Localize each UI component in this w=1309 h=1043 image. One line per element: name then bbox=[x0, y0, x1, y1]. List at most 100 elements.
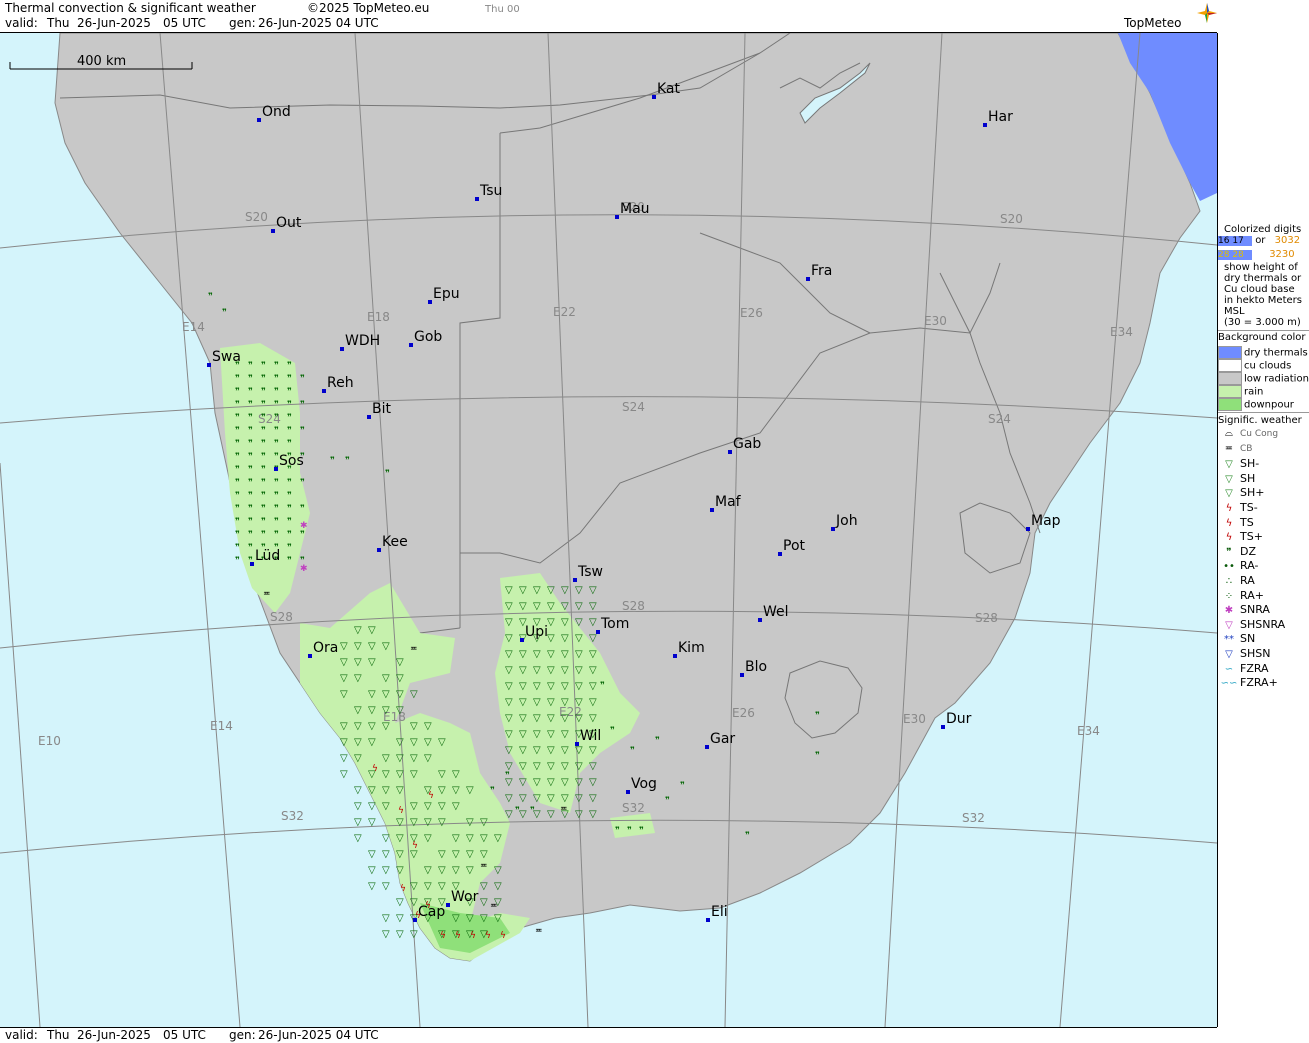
shower-icon: ▽ bbox=[561, 585, 569, 596]
drizzle-icon: ❞ bbox=[235, 374, 240, 384]
city-marker bbox=[615, 215, 619, 219]
legend-wx-label: SH+ bbox=[1240, 486, 1265, 500]
city-har[interactable]: Har bbox=[983, 109, 1013, 127]
drizzle-icon: ❞ bbox=[287, 517, 292, 527]
city-vog[interactable]: Vog bbox=[626, 776, 657, 794]
legend-wx-item: ** SN bbox=[1218, 632, 1309, 645]
city-dur[interactable]: Dur bbox=[941, 711, 972, 729]
drizzle-icon: ❞ bbox=[385, 469, 390, 479]
city-swa[interactable]: Swa bbox=[207, 349, 241, 367]
shower-icon: ▽ bbox=[505, 601, 513, 612]
map-canvas[interactable]: 400 km S20S20S20E14E18 E22 E26E30E34S24S24… bbox=[0, 33, 1217, 1027]
shower-icon: ▽ bbox=[505, 697, 513, 708]
city-tsw[interactable]: Tsw bbox=[573, 564, 603, 582]
shower-icon: ▽ bbox=[382, 721, 390, 732]
valid-date: 26-Jun-2025 bbox=[77, 16, 151, 30]
shower-icon: ▽ bbox=[466, 865, 474, 876]
city-ora[interactable]: Ora bbox=[308, 640, 338, 658]
compass-logo-icon bbox=[1197, 3, 1217, 23]
city-tom[interactable]: Tom bbox=[596, 616, 629, 634]
drizzle-icon: ❞ bbox=[745, 831, 750, 841]
city-sos[interactable]: Sos bbox=[274, 453, 304, 471]
legend-desc-3: Cu cloud base bbox=[1224, 284, 1295, 295]
city-mau[interactable]: Mau bbox=[615, 201, 650, 219]
shower-icon: ▽ bbox=[547, 665, 555, 676]
shower-icon: ▽ bbox=[547, 617, 555, 628]
shower-icon: ▽ bbox=[589, 681, 597, 692]
city-epu[interactable]: Epu bbox=[428, 286, 460, 304]
city-gob[interactable]: Gob bbox=[409, 329, 442, 347]
drizzle-icon: ❞ bbox=[287, 387, 292, 397]
city-gab[interactable]: Gab bbox=[728, 436, 761, 454]
grid-label: S32 bbox=[622, 801, 645, 815]
shower-icon: ▽ bbox=[424, 817, 432, 828]
city-pot[interactable]: Pot bbox=[778, 538, 806, 556]
city-kat[interactable]: Kat bbox=[652, 81, 681, 99]
shower-icon: ▽ bbox=[410, 801, 418, 812]
drizzle-icon: ❞ bbox=[248, 452, 253, 462]
shower-icon: ▽ bbox=[410, 817, 418, 828]
shower-icon: ▽ bbox=[368, 817, 376, 828]
city-label: Gab bbox=[733, 436, 761, 452]
city-marker bbox=[250, 562, 254, 566]
footer-valid-day: Thu bbox=[47, 1028, 70, 1042]
shower-icon: ▽ bbox=[340, 769, 348, 780]
shower-icon: ▽ bbox=[340, 641, 348, 652]
legend-desc-4: in hekto Meters bbox=[1224, 295, 1302, 306]
shower-icon: ▽ bbox=[494, 865, 502, 876]
shower-icon: ▽ bbox=[368, 689, 376, 700]
drizzle-icon: ❞ bbox=[274, 530, 279, 540]
city-kim[interactable]: Kim bbox=[673, 640, 705, 658]
legend-wx-symbol-icon: ∴ bbox=[1225, 576, 1233, 587]
shower-icon: ▽ bbox=[368, 849, 376, 860]
city-wor[interactable]: Wor bbox=[446, 889, 479, 907]
shower-icon: ▽ bbox=[575, 649, 583, 660]
drizzle-icon: ❞ bbox=[615, 826, 620, 836]
map-header: Thermal convection & significant weather… bbox=[0, 0, 1217, 33]
city-upi[interactable]: Upi bbox=[520, 624, 548, 642]
drizzle-icon: ❞ bbox=[274, 361, 279, 371]
city-out[interactable]: Out bbox=[271, 215, 302, 233]
city-marker bbox=[710, 508, 714, 512]
city-blo[interactable]: Blo bbox=[740, 659, 767, 677]
drizzle-icon: ❞ bbox=[208, 292, 213, 302]
city-maf[interactable]: Maf bbox=[710, 494, 742, 512]
city-marker bbox=[831, 527, 835, 531]
city-marker bbox=[573, 578, 577, 582]
legend-bg-label: dry thermals bbox=[1244, 347, 1308, 359]
legend-separator bbox=[1218, 412, 1309, 413]
city-marker bbox=[941, 725, 945, 729]
time-tab[interactable]: Thu 00 bbox=[485, 4, 520, 15]
city-cap[interactable]: Cap bbox=[413, 904, 445, 922]
city-label: Fra bbox=[811, 263, 832, 279]
city-marker bbox=[322, 389, 326, 393]
city-gar[interactable]: Gar bbox=[705, 731, 735, 749]
city-marker bbox=[520, 638, 524, 642]
drizzle-icon: ❞ bbox=[610, 726, 615, 736]
city-tsu[interactable]: Tsu bbox=[475, 183, 502, 201]
shower-icon: ▽ bbox=[368, 625, 376, 636]
drizzle-icon: ❞ bbox=[261, 530, 266, 540]
shower-icon: ▽ bbox=[410, 769, 418, 780]
city-ond[interactable]: Ond bbox=[257, 104, 291, 122]
weather-map[interactable]: 400 km S20 S20 S20 E14 E18 E22 E26 E30 E34 S24 S24… bbox=[0, 33, 1218, 1027]
shower-icon: ▽ bbox=[533, 665, 541, 676]
shower-icon: ▽ bbox=[575, 793, 583, 804]
shower-icon: ▽ bbox=[589, 649, 597, 660]
city-lüd[interactable]: Lüd bbox=[250, 548, 280, 566]
city-reh[interactable]: Reh bbox=[322, 375, 354, 393]
drizzle-icon: ❞ bbox=[287, 439, 292, 449]
shower-icon: ▽ bbox=[340, 673, 348, 684]
city-wel[interactable]: Wel bbox=[758, 604, 789, 622]
city-marker bbox=[367, 415, 371, 419]
grid-label: S28 bbox=[622, 599, 645, 613]
shower-icon: ▽ bbox=[547, 729, 555, 740]
drizzle-icon: ❞ bbox=[235, 439, 240, 449]
city-kee[interactable]: Kee bbox=[377, 534, 408, 552]
grid-label: E30 bbox=[903, 712, 926, 726]
city-wdh[interactable]: WDH bbox=[340, 333, 380, 351]
city-map[interactable]: Map bbox=[1026, 513, 1061, 531]
legend-wx-item: ϟ TS bbox=[1218, 516, 1309, 529]
legend-wx-label: SH bbox=[1240, 471, 1256, 485]
legend-wx-label: TS bbox=[1240, 515, 1254, 529]
